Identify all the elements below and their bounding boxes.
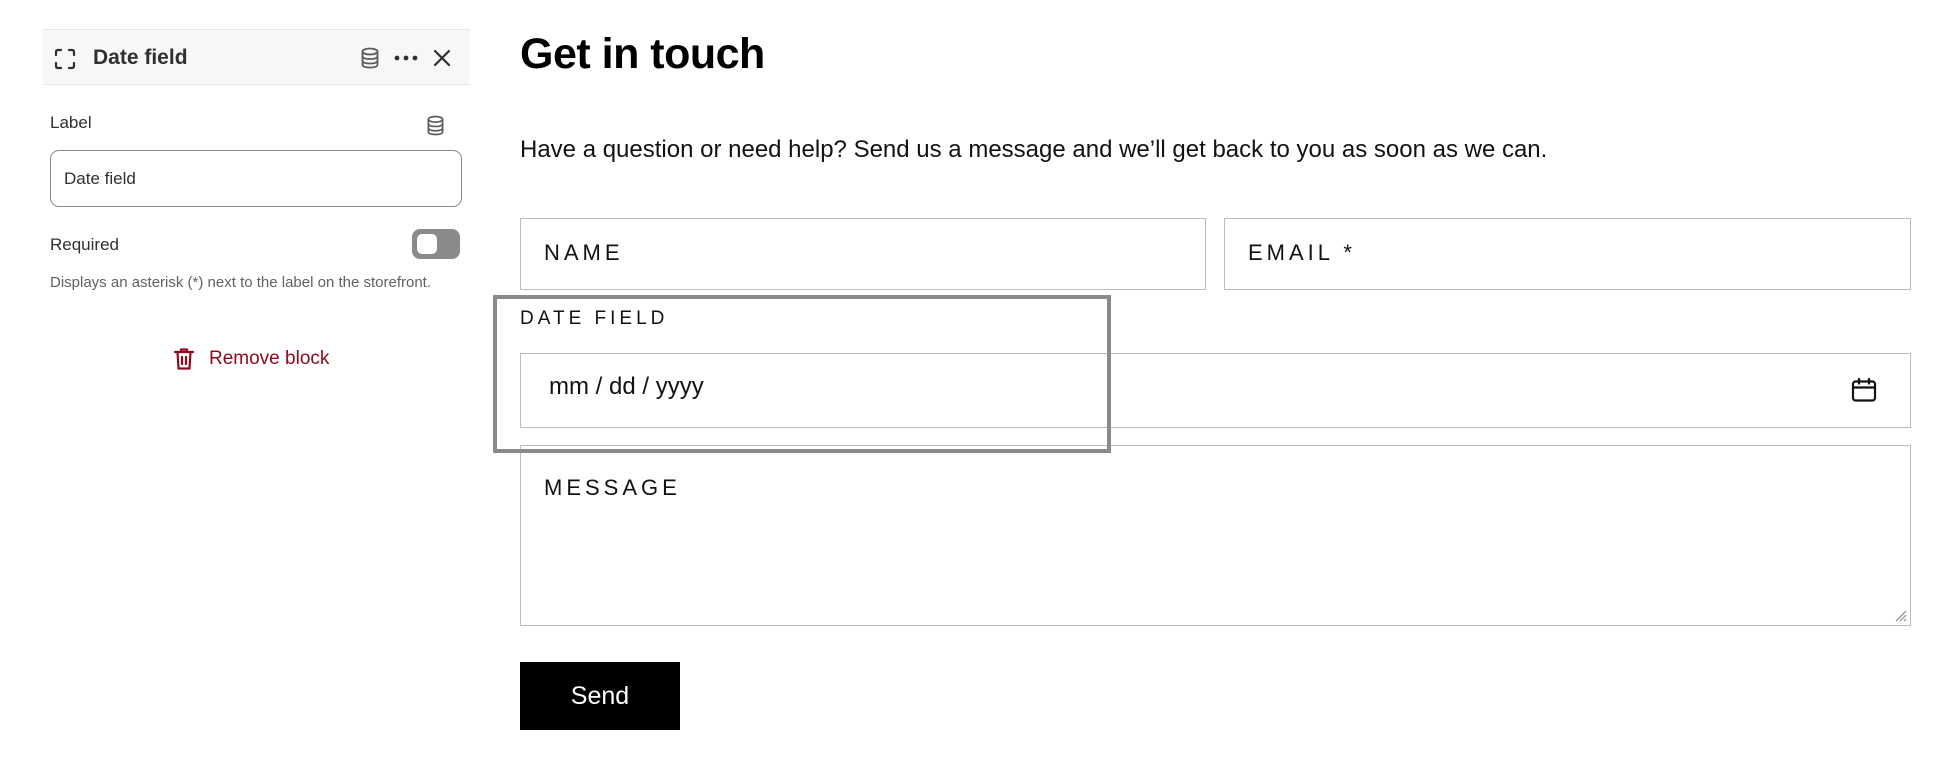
block-settings-panel: Date field Label Date field Required Dis…	[43, 29, 470, 764]
close-icon	[433, 49, 451, 67]
label-dynamic-source-button[interactable]	[423, 113, 447, 137]
name-field[interactable]: NAME	[520, 218, 1206, 290]
more-actions-button[interactable]	[392, 44, 420, 72]
close-button[interactable]	[428, 44, 456, 72]
label-input[interactable]	[50, 150, 462, 207]
required-help-text: Displays an asterisk (*) next to the lab…	[50, 274, 432, 291]
ellipsis-icon	[394, 55, 418, 61]
name-placeholder: NAME	[544, 240, 624, 265]
dynamic-source-button[interactable]	[356, 44, 384, 72]
label-field-title: Label	[50, 113, 92, 132]
panel-title: Date field	[93, 46, 188, 69]
required-toggle[interactable]	[412, 229, 460, 259]
trash-icon	[173, 348, 195, 370]
message-placeholder: MESSAGE	[544, 475, 681, 500]
date-placeholder: mm / dd / yyyy	[549, 373, 704, 400]
page-title: Get in touch	[520, 30, 765, 78]
required-label: Required	[50, 235, 119, 254]
date-field-label: DATE FIELD	[520, 308, 669, 329]
database-icon	[361, 47, 379, 69]
date-field[interactable]	[520, 353, 1911, 428]
remove-block-button[interactable]: Remove block	[173, 347, 329, 371]
remove-block-label: Remove block	[209, 348, 330, 369]
panel-header: Date field	[43, 29, 470, 85]
toggle-knob	[417, 234, 437, 254]
message-field[interactable]: MESSAGE	[520, 445, 1911, 626]
email-field[interactable]: EMAIL *	[1224, 218, 1911, 290]
form-description: Have a question or need help? Send us a …	[520, 136, 1548, 163]
frame-corners-icon	[54, 48, 76, 70]
calendar-icon[interactable]	[1851, 377, 1877, 403]
database-icon	[427, 115, 443, 135]
send-button[interactable]: Send	[520, 662, 680, 730]
resize-grip-icon[interactable]	[1895, 610, 1907, 622]
email-placeholder: EMAIL *	[1248, 240, 1356, 265]
